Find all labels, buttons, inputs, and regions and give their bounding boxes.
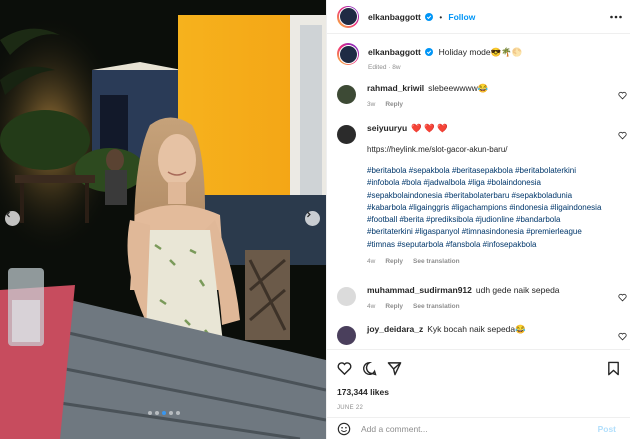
comment-hashtags[interactable]: #beritabola #sepakbola #beritasepakbola …	[367, 165, 607, 251]
caption-avatar[interactable]	[337, 43, 359, 65]
comments-scroll-area[interactable]: elkanbaggott Holiday mode😎🌴🌕 Edited · 8w…	[327, 35, 630, 345]
post-header-author: elkanbaggott • Follow	[368, 12, 475, 22]
more-options-icon[interactable]	[609, 10, 623, 24]
add-comment-bar: Post	[327, 417, 630, 439]
see-translation-button[interactable]: See translation	[413, 303, 460, 310]
carousel-next-button[interactable]	[305, 211, 320, 226]
heart-icon[interactable]	[618, 293, 627, 302]
post-details-panel: elkanbaggott • Follow elkanbaggott Holid…	[326, 0, 630, 439]
comment-username[interactable]: muhammad_sudirman912	[367, 285, 472, 295]
heart-icon[interactable]	[618, 91, 627, 100]
emoji-icon[interactable]	[337, 422, 351, 436]
post-actions: 173,344 likes JUNE 22 Post	[327, 349, 630, 439]
comment-text: Kyk bocah naik sepeda😂	[427, 324, 526, 334]
heart-icon[interactable]	[618, 332, 627, 341]
verified-badge-icon	[425, 12, 434, 21]
heart-icon[interactable]	[337, 361, 352, 376]
comment-time: 4w	[367, 303, 376, 310]
comment-item: joy_deidara_z Kyk bocah naik sepeda😂	[337, 324, 627, 345]
header-separator: •	[439, 12, 443, 22]
post-photo[interactable]	[0, 0, 326, 439]
carousel-dot[interactable]	[162, 411, 166, 415]
author-username[interactable]: elkanbaggott	[368, 12, 421, 22]
comment-time: 4w	[367, 258, 376, 266]
commenter-avatar[interactable]	[337, 125, 356, 144]
commenter-avatar[interactable]	[337, 287, 356, 306]
follow-button[interactable]: Follow	[448, 12, 475, 22]
author-avatar[interactable]	[337, 5, 359, 28]
heart-icon[interactable]	[618, 131, 627, 140]
comment-username[interactable]: rahmad_kriwil	[367, 83, 424, 93]
carousel-dot[interactable]	[176, 411, 180, 415]
reply-button[interactable]: Reply	[385, 303, 403, 310]
comment-username[interactable]: joy_deidara_z	[367, 324, 423, 334]
see-translation-button[interactable]: See translation	[413, 258, 460, 265]
comment-icon[interactable]	[362, 361, 377, 376]
caption-text: Holiday mode😎🌴🌕	[438, 47, 523, 57]
comment-time: 3w	[367, 101, 376, 108]
comment-item: muhammad_sudirman912 udh gede naik sepeda…	[337, 285, 627, 310]
comment-text: udh gede naik sepeda	[475, 285, 560, 295]
bookmark-icon[interactable]	[606, 361, 621, 376]
carousel-dot[interactable]	[169, 411, 173, 415]
post-date[interactable]: JUNE 22	[337, 405, 363, 411]
caption-meta: Edited · 8w	[368, 64, 401, 71]
verified-badge-icon	[425, 48, 434, 56]
comment-username[interactable]: seiyuuryu	[367, 123, 407, 133]
post-header: elkanbaggott • Follow	[327, 0, 630, 34]
commenter-avatar[interactable]	[337, 85, 356, 104]
reply-button[interactable]: Reply	[385, 101, 403, 108]
add-comment-input[interactable]	[361, 424, 591, 434]
photo-scene	[0, 0, 326, 439]
reply-button[interactable]: Reply	[385, 258, 403, 265]
carousel-dots	[148, 411, 180, 415]
comment-text: slebeewwww😂	[428, 83, 489, 93]
comment-item: seiyuuryu ❤️ ❤️ ❤️ https://heylink.me/slo…	[337, 123, 627, 265]
carousel-dot[interactable]	[155, 411, 159, 415]
caption-username[interactable]: elkanbaggott	[368, 47, 421, 57]
post-comment-button[interactable]: Post	[598, 424, 616, 434]
comment-link[interactable]: https://heylink.me/slot-gacor-akun-baru/	[367, 145, 607, 154]
share-icon[interactable]	[387, 361, 402, 376]
carousel-prev-button[interactable]	[5, 211, 20, 226]
chevron-right-icon	[307, 211, 311, 218]
commenter-avatar[interactable]	[337, 326, 356, 345]
comment-item: rahmad_kriwil slebeewwww😂 3w Reply	[337, 83, 627, 108]
chevron-left-icon	[6, 211, 10, 218]
comment-text: ❤️ ❤️ ❤️	[411, 123, 448, 133]
caption: elkanbaggott Holiday mode😎🌴🌕 Edited · 8w	[337, 43, 522, 71]
carousel-dot[interactable]	[148, 411, 152, 415]
instagram-post-view: elkanbaggott • Follow elkanbaggott Holid…	[0, 0, 630, 439]
likes-count[interactable]: 173,344 likes	[337, 387, 389, 397]
